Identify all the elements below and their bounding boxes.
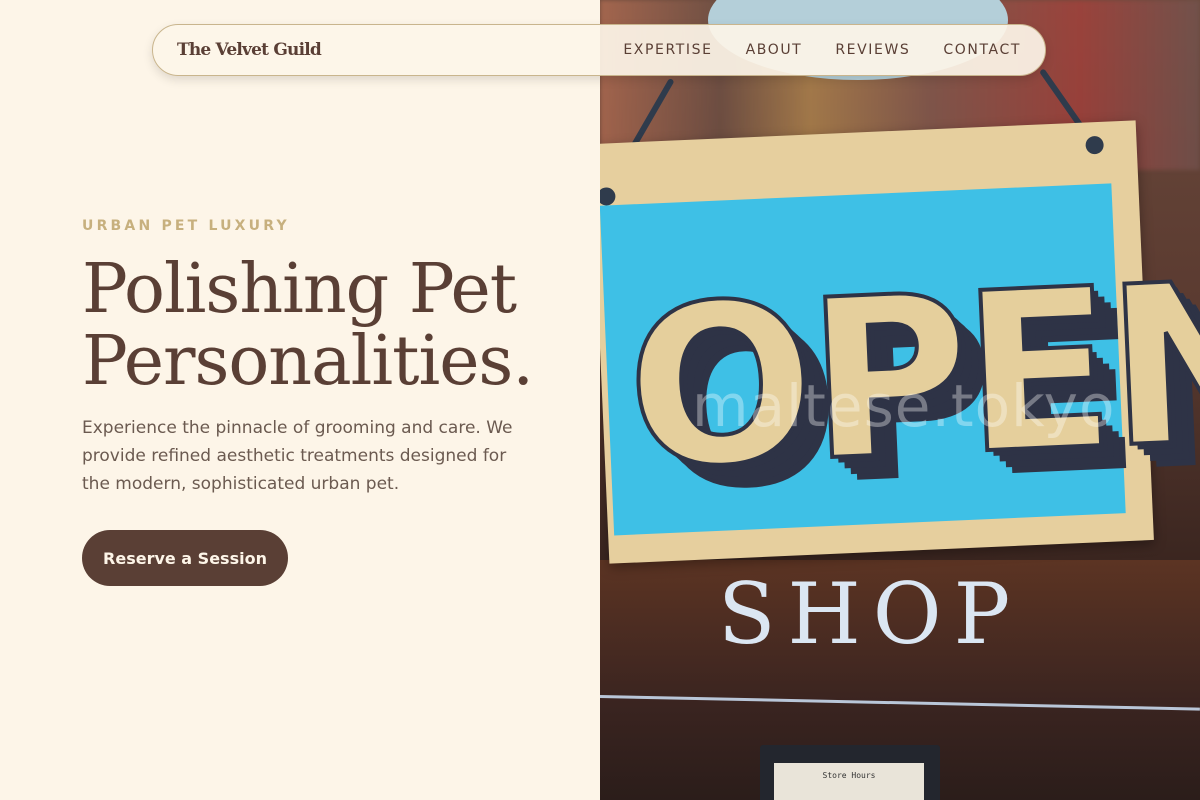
hero-description: Experience the pinnacle of grooming and … bbox=[82, 418, 513, 494]
nav-links: EXPERTISE ABOUT REVIEWS CONTACT bbox=[590, 42, 1021, 58]
hero-eyebrow: URBAN PET LUXURY bbox=[82, 218, 290, 234]
nav-link-expertise[interactable]: EXPERTISE bbox=[623, 42, 712, 58]
top-navigation: The Velvet Guild EXPERTISE ABOUT REVIEWS… bbox=[152, 24, 1046, 76]
watermark: maltese.tokyo bbox=[692, 372, 1116, 440]
nav-link-about[interactable]: ABOUT bbox=[746, 42, 803, 58]
nav-link-reviews[interactable]: REVIEWS bbox=[835, 42, 910, 58]
hero-headline-line1: Polishing Pet bbox=[82, 250, 517, 329]
nav-link-contact[interactable]: CONTACT bbox=[943, 42, 1021, 58]
hero-headline-line2: Personalities. bbox=[82, 322, 534, 401]
sign-hole-left bbox=[600, 187, 616, 206]
reserve-session-button[interactable]: Reserve a Session bbox=[82, 530, 288, 586]
open-sign: OPEN bbox=[600, 120, 1200, 564]
brand-logo[interactable]: The Velvet Guild bbox=[177, 40, 322, 60]
store-hours-text: Store Hours bbox=[774, 763, 924, 800]
hero-photo: OPEN maltese.tokyo SHOP Store Hours bbox=[600, 0, 1200, 800]
shop-lettering: SHOP bbox=[718, 565, 1023, 663]
hero-headline: Polishing Pet Personalities. bbox=[82, 254, 602, 398]
sign-hole-right bbox=[1085, 135, 1105, 155]
sign-panel: OPEN bbox=[600, 183, 1200, 536]
store-hours-card: Store Hours bbox=[760, 745, 940, 800]
